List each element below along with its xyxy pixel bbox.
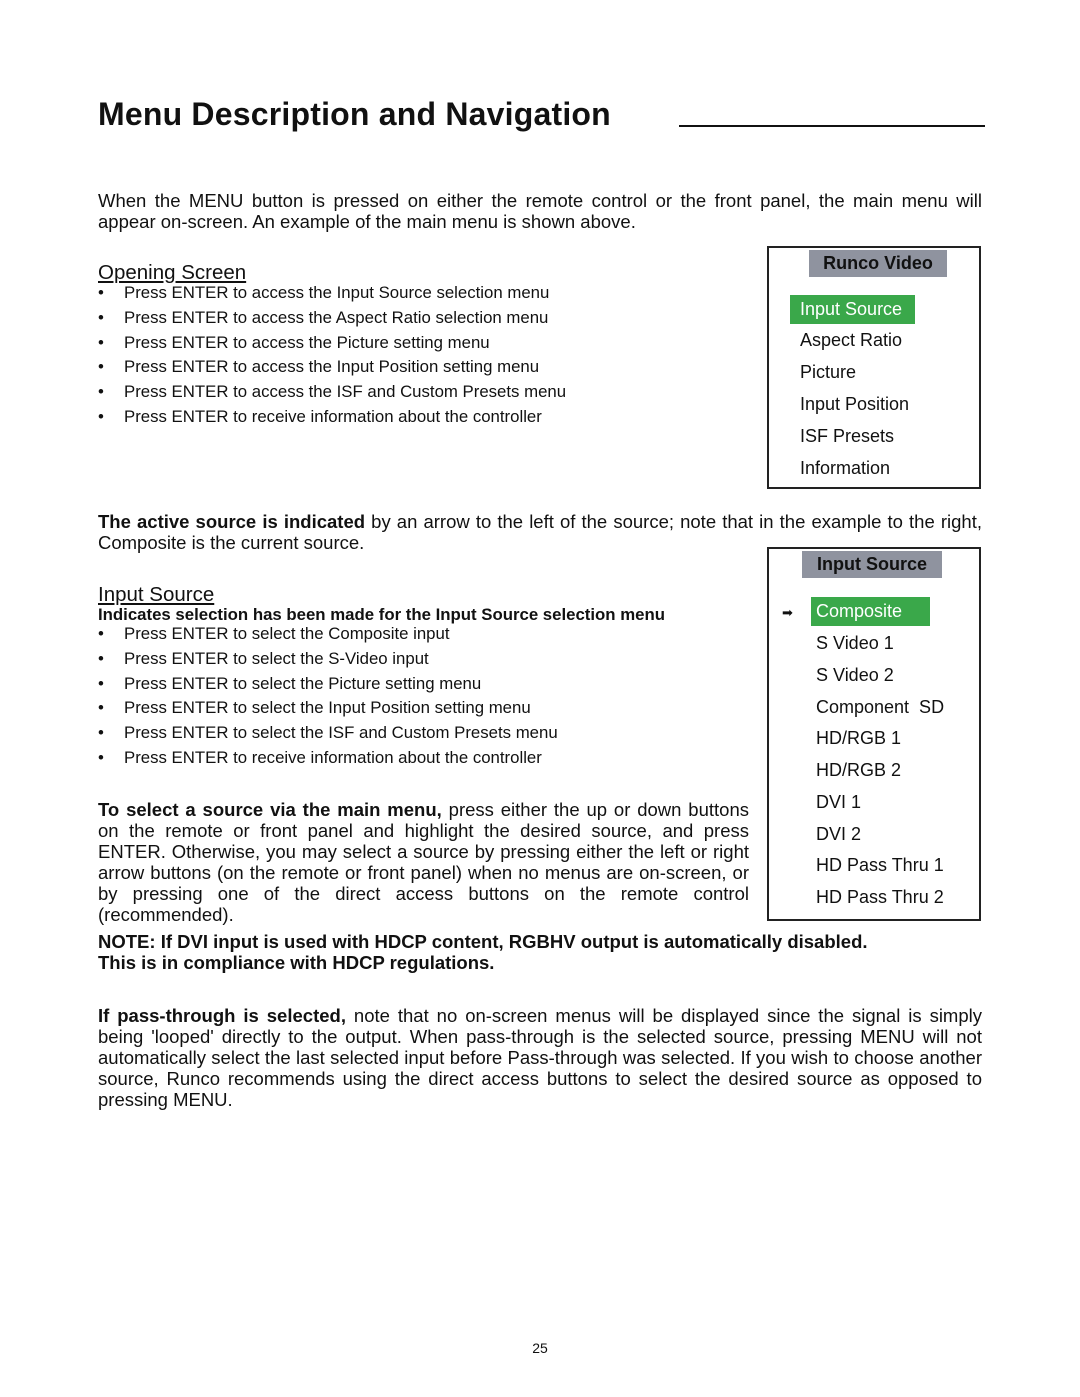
input-menu-item-dvi-1[interactable]: DVI 1 <box>816 792 861 813</box>
input-source-list: • Press ENTER to select the Composite inp… <box>98 622 558 771</box>
list-item: • Press ENTER to select the Composite inp… <box>98 622 558 647</box>
input-source-heading: Input Source <box>98 583 215 606</box>
select-source-bold: To select a source via the main menu, <box>98 799 442 820</box>
input-menu-item-hd-pass-thru-2[interactable]: HD Pass Thru 2 <box>816 887 944 908</box>
bullet-icon: • <box>98 747 104 767</box>
title-rule <box>679 125 985 127</box>
pass-through-bold: If pass-through is selected, <box>98 1005 346 1026</box>
active-source-bold: The active source is indicated <box>98 511 366 532</box>
main-menu-item-isf-presets[interactable]: ISF Presets <box>800 426 894 447</box>
input-menu-item-s-video-2[interactable]: S Video 2 <box>816 665 894 686</box>
list-item: • Press ENTER to select the Input Positio… <box>98 696 558 721</box>
input-menu-item-component-sd[interactable]: Component SD <box>816 697 944 718</box>
bullet-icon: • <box>98 648 104 668</box>
bullet-icon: • <box>98 698 104 718</box>
bullet-icon: • <box>98 382 104 402</box>
main-menu-example: Runco Video Input Source Aspect Ratio Pi… <box>767 246 981 489</box>
list-item: • Press ENTER to access the Input Source … <box>98 281 566 306</box>
list-item: • Press ENTER to select the ISF and Custo… <box>98 721 558 746</box>
hdcp-note-line1: NOTE: If DVI input is used with HDCP con… <box>98 931 868 952</box>
list-item: • Press ENTER to select the Picture setti… <box>98 672 558 697</box>
main-menu-item-picture[interactable]: Picture <box>800 362 856 383</box>
list-item: • Press ENTER to receive information abou… <box>98 746 558 771</box>
bullet-icon: • <box>98 283 104 302</box>
main-menu-header: Runco Video <box>809 250 947 277</box>
page-title: Menu Description and Navigation <box>98 96 611 132</box>
main-menu-item-information[interactable]: Information <box>800 458 890 479</box>
list-item: • Press ENTER to access the ISF and Custo… <box>98 380 566 405</box>
input-menu-item-hd-rgb-2[interactable]: HD/RGB 2 <box>816 760 901 781</box>
pass-through-paragraph: If pass-through is selected, note that n… <box>98 1005 982 1110</box>
hdcp-note-line2: This is in compliance with HDCP regulati… <box>98 952 495 973</box>
list-item: • Press ENTER to receive information abou… <box>98 405 566 430</box>
input-menu-item-dvi-2[interactable]: DVI 2 <box>816 824 861 845</box>
page-number: 25 <box>532 1340 548 1356</box>
bullet-icon: • <box>98 723 104 743</box>
active-source-arrow-icon: ➡ <box>782 605 793 620</box>
opening-screen-list: • Press ENTER to access the Input Source … <box>98 281 566 430</box>
bullet-icon: • <box>98 406 104 426</box>
input-menu-item-s-video-1[interactable]: S Video 1 <box>816 633 894 654</box>
bullet-icon: • <box>98 624 104 643</box>
list-item: • Press ENTER to access the Aspect Ratio … <box>98 306 566 331</box>
list-item: • Press ENTER to select the S-Video input <box>98 647 558 672</box>
bullet-icon: • <box>98 332 104 352</box>
main-menu-item-input-position[interactable]: Input Position <box>800 394 909 415</box>
bullet-icon: • <box>98 307 104 327</box>
main-menu-item-aspect-ratio[interactable]: Aspect Ratio <box>800 330 902 351</box>
select-source-paragraph: To select a source via the main menu, pr… <box>98 799 749 925</box>
input-menu-item-hd-pass-thru-1[interactable]: HD Pass Thru 1 <box>816 855 944 876</box>
list-item: • Press ENTER to access the Picture setti… <box>98 331 566 356</box>
intro-paragraph: When the MENU button is pressed on eithe… <box>98 190 982 232</box>
bullet-icon: • <box>98 673 104 693</box>
list-item: • Press ENTER to access the Input Positio… <box>98 355 566 380</box>
input-source-menu-example: Input Source ➡ Composite S Video 1 S Vid… <box>767 547 981 921</box>
input-menu-header: Input Source <box>802 551 942 578</box>
bullet-icon: • <box>98 357 104 377</box>
input-menu-item-hd-rgb-1[interactable]: HD/RGB 1 <box>816 728 901 749</box>
input-menu-item-composite[interactable]: Composite <box>811 597 930 626</box>
main-menu-item-input-source[interactable]: Input Source <box>790 295 915 324</box>
